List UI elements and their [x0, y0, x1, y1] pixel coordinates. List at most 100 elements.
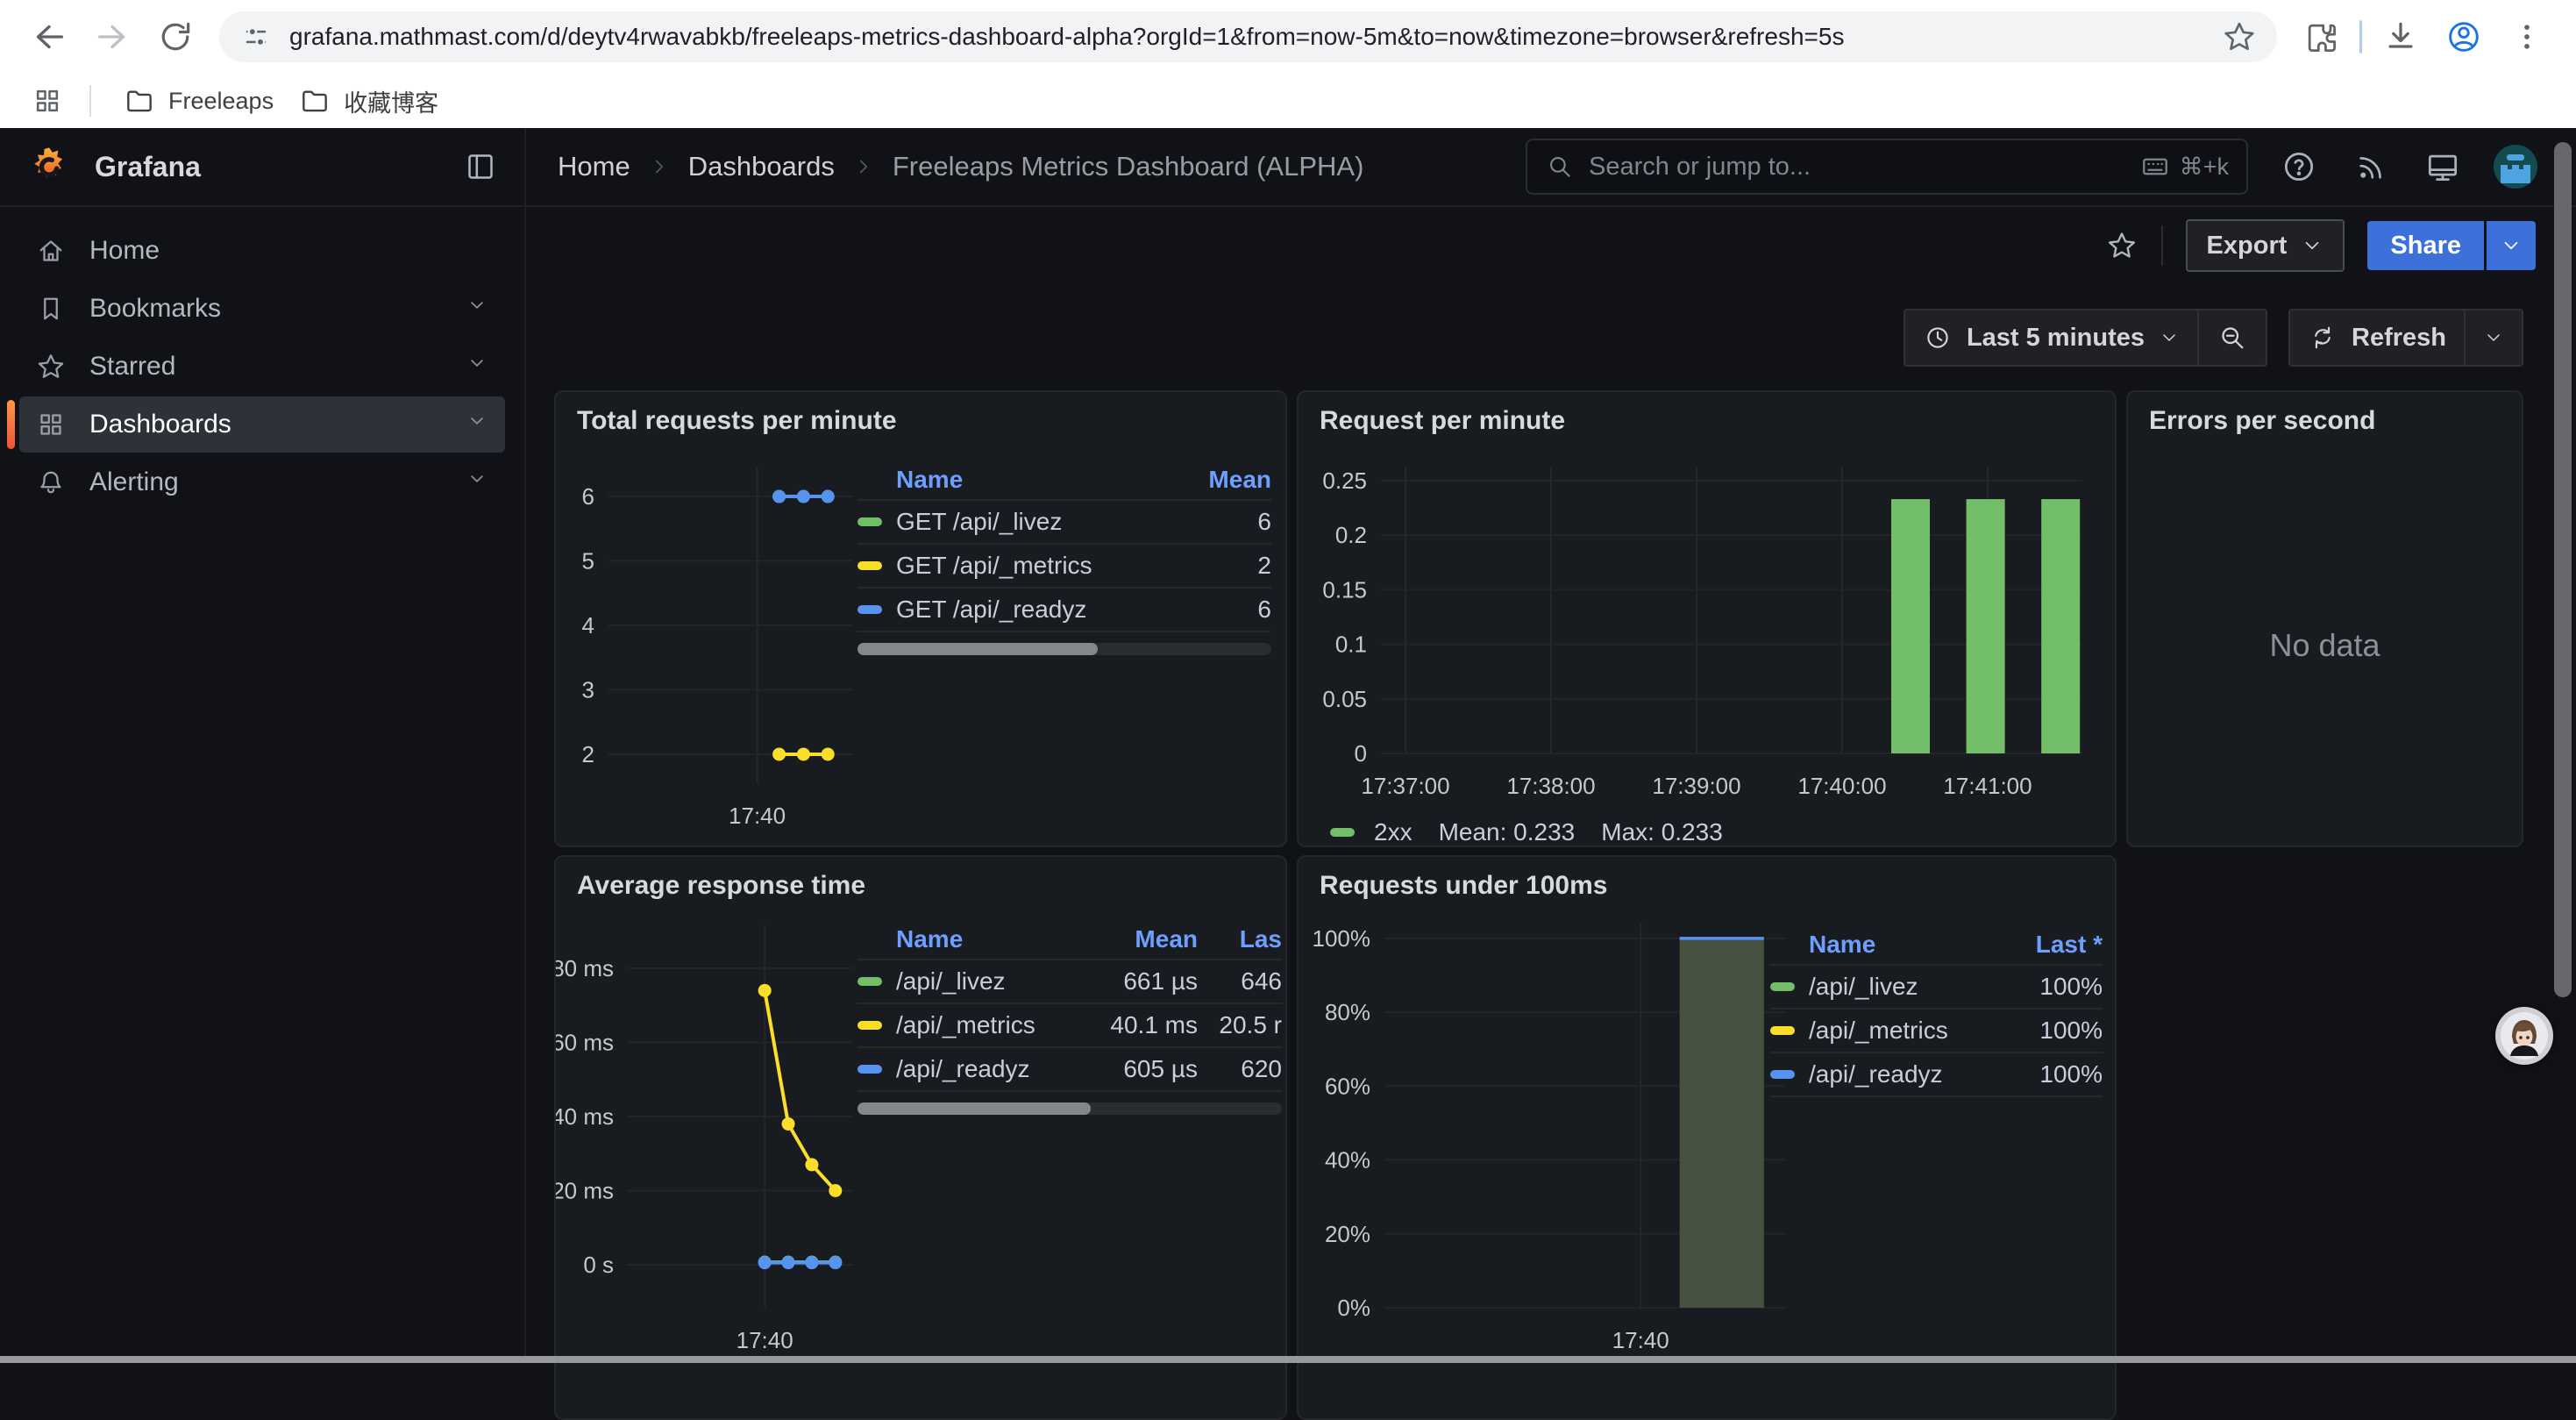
bookmark-label: Freeleaps: [168, 88, 274, 115]
sidebar-item-home[interactable]: Home: [19, 223, 505, 279]
sidebar: Grafana Home Bookmarks Starred D: [0, 128, 524, 1363]
time-range-picker[interactable]: Last 5 minutes: [1905, 310, 2197, 365]
series-swatch[interactable]: [857, 1021, 882, 1030]
legend-col-name[interactable]: Name: [857, 925, 1066, 953]
floating-assistant-avatar[interactable]: [2495, 1007, 2553, 1065]
monitor-icon[interactable]: [2422, 146, 2464, 188]
series-last: 20.5 r: [1198, 1011, 1282, 1039]
series-swatch[interactable]: [1770, 982, 1795, 991]
legend-row[interactable]: /api/_metrics 40.1 ms 20.5 r: [857, 1003, 1282, 1046]
search-placeholder: Search or jump to...: [1589, 153, 2125, 182]
share-menu-button[interactable]: [2487, 221, 2536, 270]
area-chart[interactable]: 17:40100%80%60%40%20%0%: [1302, 908, 1798, 1364]
series-name[interactable]: /api/_metrics: [1809, 1017, 1948, 1045]
legend-row[interactable]: /api/_readyz 605 µs 620: [857, 1046, 1282, 1090]
scrollbar-thumb[interactable]: [857, 643, 1098, 655]
bookmark-star-icon[interactable]: [2221, 18, 2258, 55]
downloads-icon[interactable]: [2378, 14, 2423, 60]
legend-row[interactable]: GET /api/_readyz 6: [857, 587, 1271, 631]
sidebar-collapse-icon[interactable]: [463, 149, 498, 184]
legend-col-name[interactable]: Name: [1770, 931, 1989, 959]
svg-text:0.1: 0.1: [1335, 632, 1367, 658]
legend-col-last[interactable]: Last *: [1989, 931, 2103, 959]
refresh-button[interactable]: Refresh: [2290, 310, 2464, 365]
refresh-interval-button[interactable]: [2466, 310, 2522, 365]
chevron-down-icon[interactable]: [465, 293, 489, 325]
series-swatch[interactable]: [857, 605, 882, 614]
chevron-down-icon[interactable]: [465, 409, 489, 440]
favorite-star-icon[interactable]: [2105, 229, 2138, 262]
legend-row[interactable]: /api/_livez 100%: [1770, 964, 2103, 1008]
sidebar-item-bookmarks[interactable]: Bookmarks: [19, 281, 505, 337]
panel-title[interactable]: Request per minute: [1320, 406, 1565, 436]
news-rss-icon[interactable]: [2350, 146, 2392, 188]
series-name[interactable]: 2xx: [1374, 818, 1413, 846]
series-swatch[interactable]: [857, 561, 882, 570]
panel-title[interactable]: Average response time: [577, 871, 865, 901]
legend-row[interactable]: /api/_livez 661 µs 646: [857, 959, 1282, 1003]
series-swatch[interactable]: [857, 977, 882, 986]
legend-row[interactable]: GET /api/_livez 6: [857, 499, 1271, 543]
timeseries-chart[interactable]: 17:4065432: [558, 446, 865, 841]
legend-row[interactable]: GET /api/_metrics 2: [857, 543, 1271, 587]
legend-col-name[interactable]: Name: [857, 466, 1191, 494]
back-button[interactable]: [26, 14, 72, 60]
panel-title[interactable]: Requests under 100ms: [1320, 871, 1607, 901]
apps-grid-icon[interactable]: [25, 78, 70, 124]
panel-title[interactable]: Errors per second: [2149, 406, 2375, 436]
series-mean: 40.1 ms: [1066, 1011, 1198, 1039]
zoom-out-button[interactable]: [2199, 310, 2266, 365]
chevron-down-icon[interactable]: [465, 351, 489, 382]
browser-menu-icon[interactable]: [2504, 14, 2550, 60]
legend-inline[interactable]: 2xx Mean: 0.233 Max: 0.233: [1330, 818, 1723, 846]
breadcrumb-home[interactable]: Home: [558, 151, 630, 182]
bar-chart[interactable]: 17:37:0017:38:0017:39:0017:40:0017:41:00…: [1306, 446, 2095, 815]
series-name[interactable]: /api/_metrics: [896, 1011, 1035, 1039]
extensions-icon[interactable]: [2298, 14, 2344, 60]
panel-title[interactable]: Total requests per minute: [577, 406, 897, 436]
legend-row[interactable]: /api/_readyz 100%: [1770, 1052, 2103, 1095]
grafana-logo[interactable]: [26, 144, 72, 189]
legend-col-last[interactable]: Las: [1198, 925, 1282, 953]
reload-button[interactable]: [153, 14, 198, 60]
forward-button[interactable]: [89, 14, 135, 60]
sidebar-item-alerting[interactable]: Alerting: [19, 454, 505, 510]
series-name[interactable]: /api/_livez: [896, 967, 1006, 995]
horizontal-scrollbar[interactable]: [0, 1356, 2576, 1363]
series-name[interactable]: /api/_readyz: [1809, 1060, 1943, 1088]
user-avatar[interactable]: [2494, 145, 2537, 189]
series-swatch[interactable]: [857, 1065, 882, 1074]
series-name[interactable]: GET /api/_metrics: [896, 552, 1092, 580]
timeseries-chart[interactable]: 17:4080 ms60 ms40 ms20 ms0 s: [558, 908, 865, 1364]
chevron-down-icon: [2483, 327, 2504, 348]
series-name[interactable]: GET /api/_readyz: [896, 596, 1086, 624]
share-button[interactable]: Share: [2367, 221, 2484, 270]
chevron-down-icon[interactable]: [465, 467, 489, 498]
series-name[interactable]: GET /api/_livez: [896, 508, 1062, 536]
bookmark-folder-blogs[interactable]: 收藏博客: [286, 79, 451, 124]
url-bar[interactable]: grafana.mathmast.com/d/deytv4rwavabkb/fr…: [219, 11, 2277, 62]
legend-scrollbar[interactable]: [857, 1102, 1282, 1115]
site-settings-icon[interactable]: [238, 19, 274, 54]
series-swatch[interactable]: [857, 517, 882, 526]
scrollbar-thumb[interactable]: [857, 1102, 1091, 1115]
legend-col-mean[interactable]: Mean: [1066, 925, 1198, 953]
profile-icon[interactable]: [2441, 14, 2487, 60]
series-swatch[interactable]: [1770, 1026, 1795, 1035]
url-text[interactable]: grafana.mathmast.com/d/deytv4rwavabkb/fr…: [289, 23, 2205, 51]
legend-scrollbar[interactable]: [857, 643, 1271, 655]
legend-col-mean[interactable]: Mean: [1191, 466, 1271, 494]
sidebar-item-starred[interactable]: Starred: [19, 339, 505, 395]
series-swatch[interactable]: [1770, 1070, 1795, 1079]
page-scrollbar-thumb[interactable]: [2554, 142, 2572, 997]
export-button[interactable]: Export: [2186, 219, 2345, 272]
series-swatch[interactable]: [1330, 828, 1355, 837]
bookmark-folder-freeleaps[interactable]: Freeleaps: [110, 79, 286, 123]
help-icon[interactable]: [2278, 146, 2320, 188]
breadcrumb-dashboards[interactable]: Dashboards: [688, 151, 835, 182]
series-name[interactable]: /api/_livez: [1809, 973, 1918, 1001]
sidebar-item-dashboards[interactable]: Dashboards: [19, 396, 505, 453]
series-name[interactable]: /api/_readyz: [896, 1055, 1030, 1083]
search-input[interactable]: Search or jump to... ⌘+k: [1526, 139, 2248, 195]
legend-row[interactable]: /api/_metrics 100%: [1770, 1008, 2103, 1052]
